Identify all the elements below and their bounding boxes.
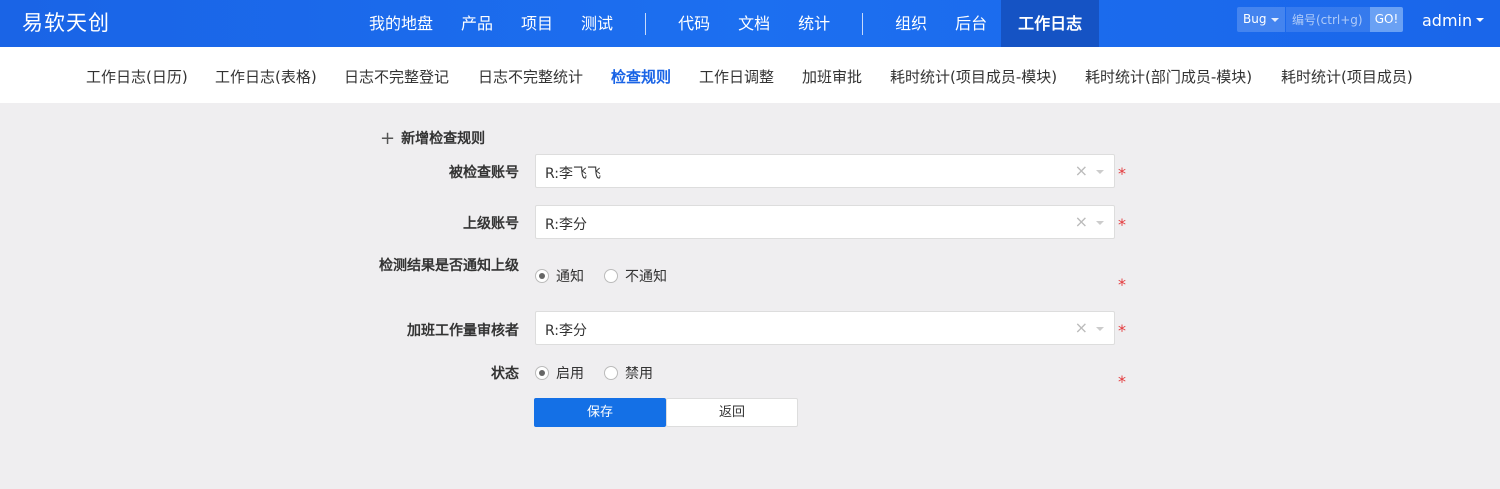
subnav-worklog-table[interactable]: 工作日志(表格)	[215, 66, 317, 87]
notify-yes-label[interactable]: 通知	[556, 266, 584, 286]
user-name: admin	[1422, 11, 1473, 30]
nav-stats[interactable]: 统计	[784, 0, 844, 47]
save-button[interactable]: 保存	[534, 398, 666, 427]
status-disabled-radio[interactable]	[604, 366, 618, 380]
nav-worklog[interactable]: 工作日志	[1001, 0, 1100, 47]
chevron-down-icon	[1271, 18, 1279, 22]
quick-search: Bug GO!	[1237, 7, 1403, 32]
checked-account-label: 被检查账号	[449, 165, 519, 181]
overtime-reviewer-select[interactable]: R:李分 ×	[535, 311, 1115, 345]
status-enabled-radio[interactable]	[535, 366, 549, 380]
brand-logo[interactable]: 易软天创	[22, 7, 110, 37]
chevron-down-icon	[1096, 221, 1104, 225]
clear-icon[interactable]: ×	[1075, 212, 1088, 231]
main-nav: 我的地盘 产品 项目 测试 代码 文档 统计 组织 后台 工作日志	[355, 0, 1100, 47]
nav-product[interactable]: 产品	[447, 0, 507, 47]
checked-account-select[interactable]: R:李飞飞 ×	[535, 154, 1115, 188]
chevron-down-icon	[1476, 17, 1485, 22]
subnav-check-rules[interactable]: 检查规则	[611, 66, 671, 87]
status-label: 状态	[491, 366, 519, 382]
nav-divider	[645, 12, 647, 35]
nav-my-dashboard[interactable]: 我的地盘	[355, 0, 447, 47]
nav-doc[interactable]: 文档	[724, 0, 784, 47]
sub-nav: 工作日志(日历) 工作日志(表格) 日志不完整登记 日志不完整统计 检查规则 工…	[0, 47, 1500, 103]
notify-radio-group: 通知 不通知	[535, 266, 687, 286]
subnav-worklog-calendar[interactable]: 工作日志(日历)	[86, 66, 188, 87]
form-title: + 新增检查规则	[380, 127, 486, 149]
superior-account-label: 上级账号	[463, 216, 519, 232]
notify-yes-radio[interactable]	[535, 269, 549, 283]
top-header: 易软天创 我的地盘 产品 项目 测试 代码 文档 统计 组织 后台 工作日志 B…	[0, 0, 1500, 47]
chevron-down-icon	[1096, 170, 1104, 174]
notify-no-label[interactable]: 不通知	[625, 266, 667, 286]
subnav-incomplete-stats[interactable]: 日志不完整统计	[478, 66, 583, 87]
superior-account-value: R:李分	[545, 217, 588, 233]
status-enabled-label[interactable]: 启用	[556, 363, 584, 383]
superior-account-select[interactable]: R:李分 ×	[535, 205, 1115, 239]
chevron-down-icon	[1096, 327, 1104, 331]
subnav-time-stats-project-module[interactable]: 耗时统计(项目成员-模块)	[890, 66, 1057, 87]
required-mark: *	[1118, 275, 1126, 294]
subnav-workday-adjust[interactable]: 工作日调整	[699, 66, 774, 87]
search-type-label: Bug	[1243, 12, 1267, 26]
status-disabled-label[interactable]: 禁用	[625, 363, 653, 383]
notify-no-radio[interactable]	[604, 269, 618, 283]
required-mark: *	[1118, 321, 1126, 340]
subnav-incomplete-register[interactable]: 日志不完整登记	[344, 66, 449, 87]
nav-admin[interactable]: 后台	[941, 0, 1001, 47]
plus-icon: +	[380, 128, 396, 149]
status-radio-group: 启用 禁用	[535, 363, 673, 383]
search-go-button[interactable]: GO!	[1370, 7, 1403, 32]
back-button[interactable]: 返回	[666, 398, 798, 427]
clear-icon[interactable]: ×	[1075, 318, 1088, 337]
subnav-time-stats-dept-module[interactable]: 耗时统计(部门成员-模块)	[1085, 66, 1252, 87]
overtime-reviewer-value: R:李分	[545, 323, 588, 339]
clear-icon[interactable]: ×	[1075, 161, 1088, 180]
search-type-select[interactable]: Bug	[1237, 7, 1285, 32]
required-mark: *	[1118, 372, 1126, 391]
nav-test[interactable]: 测试	[567, 0, 627, 47]
required-mark: *	[1118, 164, 1126, 183]
subnav-overtime-approval[interactable]: 加班审批	[802, 66, 862, 87]
notify-superior-label: 检测结果是否通知上级	[379, 258, 519, 274]
form-title-text: 新增检查规则	[401, 131, 486, 147]
user-menu[interactable]: admin	[1422, 11, 1485, 30]
nav-project[interactable]: 项目	[507, 0, 567, 47]
nav-org[interactable]: 组织	[881, 0, 941, 47]
nav-code[interactable]: 代码	[664, 0, 724, 47]
overtime-reviewer-label: 加班工作量审核者	[407, 323, 519, 339]
checked-account-value: R:李飞飞	[545, 166, 602, 182]
search-input[interactable]	[1286, 7, 1370, 32]
subnav-time-stats-project-member[interactable]: 耗时统计(项目成员)	[1281, 66, 1413, 87]
required-mark: *	[1118, 215, 1126, 234]
nav-divider	[862, 12, 864, 35]
